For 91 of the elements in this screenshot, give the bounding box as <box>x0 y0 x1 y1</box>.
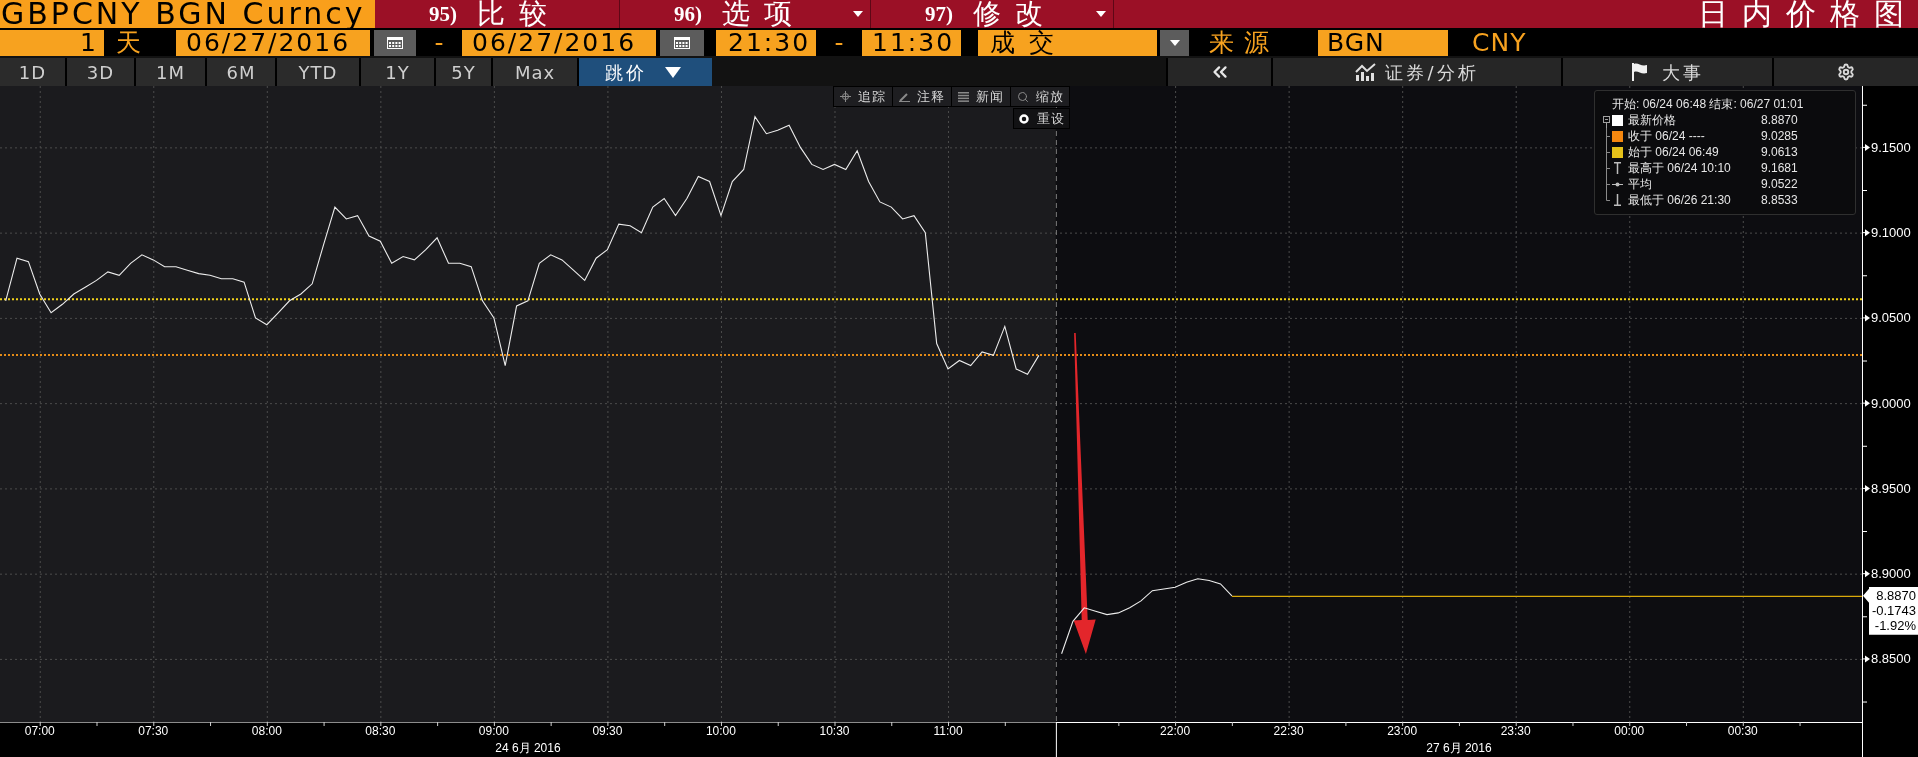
y-axis-label: 9.1000 <box>1871 225 1911 241</box>
range-tab[interactable]: 1D <box>0 58 67 86</box>
source-label: 来源 <box>1209 30 1279 56</box>
collapse-panel-button[interactable] <box>1166 58 1271 86</box>
legend-value: 8.8533 <box>1761 192 1798 208</box>
tool-button[interactable]: 缩放 <box>1011 87 1069 106</box>
chart-type-dropdown[interactable]: 跳价 <box>579 58 712 86</box>
currency-label: CNY <box>1472 30 1527 56</box>
legend-label: 最高于 06/24 10:10 <box>1628 160 1731 176</box>
x-axis-label: 00:00 <box>1614 724 1645 738</box>
x-axis-label: 22:00 <box>1160 724 1191 738</box>
x-axis-label: 23:00 <box>1387 724 1418 738</box>
legend-value: 8.8870 <box>1761 112 1798 128</box>
calendar-icon <box>387 37 403 49</box>
period-unit-label: 天 <box>116 30 141 56</box>
last-price: 8.8870 <box>1876 588 1916 604</box>
collapse-icon[interactable] <box>1603 116 1610 128</box>
legend-label: 最新价格 <box>1628 112 1676 128</box>
caret-icon <box>1169 40 1180 46</box>
range-tab[interactable]: 6M <box>207 58 277 86</box>
y-axis-label: 9.1500 <box>1871 139 1911 155</box>
x-axis-label: 07:00 <box>24 724 55 738</box>
legend-value: 9.1681 <box>1761 160 1798 176</box>
reset-button[interactable]: 重设 <box>1013 108 1070 129</box>
window-title: 日内价格图 <box>1698 0 1918 29</box>
legend-label: 平均 <box>1628 176 1652 192</box>
low-marker-icon <box>1612 194 1623 206</box>
legend-label: 收于 06/24 ---- <box>1628 128 1705 144</box>
crosshair-icon <box>840 91 851 102</box>
security-title: GBPCNY BGN Curncy <box>0 0 375 28</box>
calendar-icon <box>674 37 690 49</box>
settings-button[interactable] <box>1772 58 1918 86</box>
date-separator: - <box>434 30 444 56</box>
range-tab[interactable]: YTD <box>277 58 361 86</box>
x-axis-label: 11:00 <box>933 724 963 738</box>
dropdown-button[interactable] <box>1160 30 1189 56</box>
lines-icon <box>958 91 969 102</box>
analysis-button[interactable]: 证券/分析 <box>1271 58 1561 86</box>
search-icon <box>1016 90 1029 103</box>
tool-button[interactable]: 追踪 <box>834 87 892 106</box>
y-axis-label: 8.9500 <box>1871 480 1911 496</box>
tool-button[interactable]: 注释 <box>893 87 951 106</box>
range-tab[interactable]: 1Y <box>361 58 436 86</box>
date-label: 27 6月 2016 <box>1426 741 1492 755</box>
range-tab[interactable]: 5Y <box>436 58 493 86</box>
time-separator: - <box>834 30 844 56</box>
x-axis-label: 10:30 <box>819 724 850 738</box>
legend-range: 开始: 06/24 06:48 结束: 06/27 01:01 <box>1612 96 1804 112</box>
y-axis-label: 9.0500 <box>1871 310 1911 326</box>
x-axis-label: 10:00 <box>705 724 736 738</box>
ring-icon <box>1018 113 1029 124</box>
chart-icon <box>1355 63 1378 81</box>
x-axis-label: 09:00 <box>478 724 509 738</box>
x-axis-label: 09:30 <box>592 724 623 738</box>
x-axis-label: 23:30 <box>1500 724 1531 738</box>
x-axis-label: 08:30 <box>365 724 396 738</box>
high-marker-icon <box>1612 162 1623 174</box>
field-dropdown[interactable]: 成交 <box>978 30 1157 56</box>
legend-value: 9.0522 <box>1761 176 1798 192</box>
legend-value: 9.0285 <box>1761 128 1798 144</box>
tool-button[interactable]: 新闻 <box>952 87 1010 106</box>
legend-value: 9.0613 <box>1761 144 1798 160</box>
calendar-button[interactable] <box>660 30 704 56</box>
end-time-field[interactable]: 11:30 <box>862 30 961 56</box>
events-button[interactable]: 大事 <box>1561 58 1772 86</box>
x-axis-label: 22:30 <box>1273 724 1304 738</box>
flag-icon <box>1631 63 1648 81</box>
start-date-field[interactable]: 06/27/2016 <box>176 30 370 56</box>
percent-change: -1.92% <box>1874 618 1916 634</box>
x-axis-label: 07:30 <box>138 724 169 738</box>
x-axis-label: 08:00 <box>251 724 282 738</box>
legend-label: 最低于 06/26 21:30 <box>1628 192 1731 208</box>
average-marker-icon <box>1612 181 1623 187</box>
legend-label: 始于 06/24 06:49 <box>1628 144 1719 160</box>
settings-icon <box>1837 63 1855 81</box>
start-time-field[interactable]: 21:30 <box>716 30 816 56</box>
y-axis-label: 8.9000 <box>1871 566 1911 582</box>
y-axis-label: 9.0000 <box>1871 395 1911 411</box>
end-date-field[interactable]: 06/27/2016 <box>462 30 656 56</box>
y-axis-label: 8.8500 <box>1871 651 1911 667</box>
source-field[interactable]: BGN <box>1318 30 1448 56</box>
caret-icon <box>665 66 681 78</box>
range-tab[interactable]: Max <box>493 58 579 86</box>
pencil-icon <box>899 91 910 102</box>
date-label: 24 6月 2016 <box>495 741 561 755</box>
x-axis-label: 00:30 <box>1727 724 1758 738</box>
range-tab[interactable]: 3D <box>67 58 136 86</box>
period-count-field[interactable]: 1 <box>0 30 104 56</box>
calendar-button[interactable] <box>374 30 416 56</box>
price-change: -0.1743 <box>1871 603 1916 619</box>
range-tab[interactable]: 1M <box>136 58 207 86</box>
